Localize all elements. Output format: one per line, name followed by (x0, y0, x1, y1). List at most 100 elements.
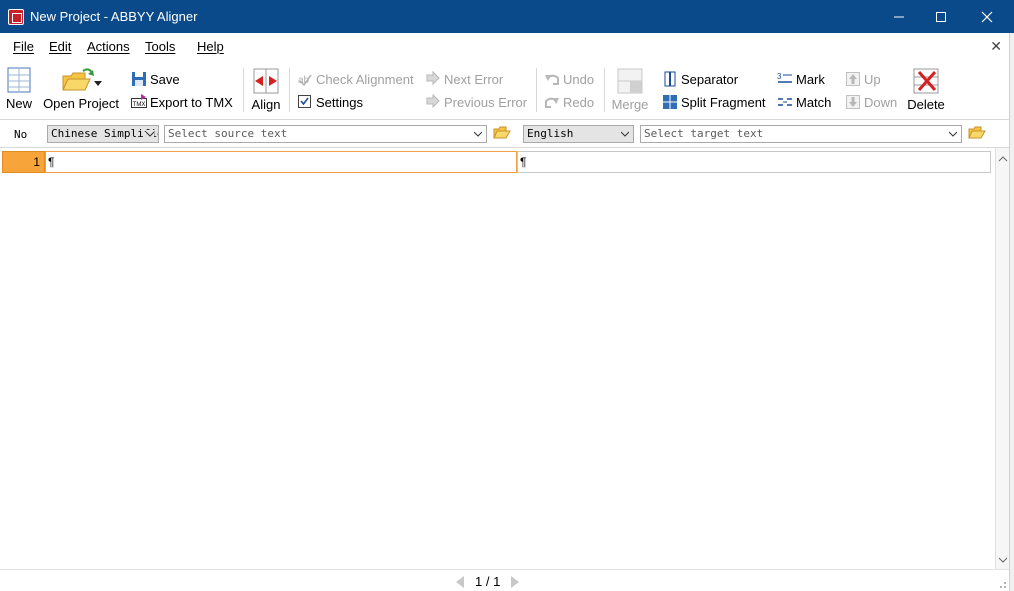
minimize-icon (894, 16, 904, 17)
open-folder-icon (62, 68, 102, 91)
toolbar-separator (536, 68, 537, 112)
maximize-button[interactable] (918, 0, 964, 33)
open-project-label: Open Project (43, 96, 119, 111)
undo-button[interactable]: Undo (544, 71, 594, 87)
language-bar: No Chinese Simplified Select source text… (0, 120, 1014, 148)
previous-page-icon[interactable] (455, 575, 465, 588)
maximize-icon (936, 11, 946, 22)
align-icon (253, 68, 279, 94)
menu-edit[interactable]: Edit (49, 39, 71, 54)
target-language-value: English (527, 127, 574, 140)
separator-button[interactable]: Separator (662, 71, 738, 87)
split-fragment-label: Split Fragment (681, 94, 766, 110)
target-text-placeholder: Select target text (644, 127, 764, 140)
merge-button[interactable]: Merge (610, 68, 650, 112)
export-tmx-button[interactable]: TMX Export to TMX (131, 94, 233, 110)
previous-error-button[interactable]: Previous Error (425, 94, 527, 110)
close-icon (981, 11, 993, 22)
up-button[interactable]: Up (845, 71, 881, 87)
vertical-scrollbar[interactable] (995, 148, 1009, 569)
split-fragment-button[interactable]: Split Fragment (662, 94, 766, 110)
target-language-select[interactable]: English (523, 125, 634, 143)
abbyy-aligner-icon (8, 9, 24, 25)
source-text-placeholder: Select source text (168, 127, 288, 140)
title-bar: New Project - ABBYY Aligner (0, 0, 1014, 33)
scroll-up-icon (998, 156, 1008, 162)
chevron-down-icon (949, 131, 957, 137)
save-icon (132, 72, 146, 86)
check-alignment-label: Check Alignment (316, 71, 414, 87)
new-document-icon (7, 67, 31, 93)
svg-text:TMX: TMX (133, 102, 146, 108)
match-icon (778, 98, 792, 106)
chevron-down-icon (621, 131, 629, 137)
align-label: Align (251, 97, 281, 112)
page-indicator: 1 / 1 (475, 574, 501, 589)
resize-grip-icon[interactable] (997, 579, 1007, 589)
menu-actions[interactable]: Actions (87, 39, 130, 54)
toolbar-separator (604, 68, 605, 112)
close-window-button[interactable] (964, 0, 1010, 33)
redo-label: Redo (563, 94, 595, 110)
open-project-button[interactable]: Open Project (42, 66, 120, 111)
merge-icon (617, 68, 643, 94)
up-label: Up (864, 71, 881, 87)
source-language-value: Chinese Simplified (51, 127, 159, 140)
status-bar: 1 / 1 (0, 569, 1009, 591)
source-text-select[interactable]: Select source text (164, 125, 487, 143)
next-error-button[interactable]: Next Error (425, 71, 503, 87)
row-number[interactable]: 1 (2, 151, 45, 173)
settings-checkbox-icon (298, 95, 311, 108)
chevron-down-icon (146, 130, 154, 138)
down-button[interactable]: Down (845, 94, 897, 110)
new-button[interactable]: New (4, 66, 34, 111)
menu-help[interactable]: Help (197, 39, 224, 54)
down-label: Down (864, 94, 898, 110)
open-target-folder-icon[interactable] (968, 126, 986, 140)
check-alignment-button[interactable]: ab Check Alignment (297, 71, 414, 87)
next-error-label: Next Error (444, 71, 504, 87)
chevron-down-icon (474, 131, 482, 137)
source-language-select[interactable]: Chinese Simplified (47, 125, 159, 143)
open-source-folder-icon[interactable] (493, 126, 511, 140)
merge-label: Merge (611, 97, 649, 112)
window-edge (1009, 33, 1014, 591)
mark-icon: 3 (777, 72, 792, 83)
window-title: New Project - ABBYY Aligner (30, 9, 198, 24)
separator-label: Separator (681, 71, 739, 87)
match-button[interactable]: Match (777, 94, 831, 110)
alignment-grid: 1 ¶ ¶ (0, 148, 995, 569)
redo-icon (545, 97, 559, 108)
save-button[interactable]: Save (131, 71, 180, 87)
delete-label: Delete (907, 97, 945, 112)
check-alignment-icon: ab (298, 74, 312, 87)
menu-bar: File Edit Actions Tools Help ✕ (0, 33, 1014, 60)
menu-file[interactable]: File (13, 39, 34, 54)
menu-tools[interactable]: Tools (145, 39, 175, 54)
scroll-down-icon (998, 557, 1008, 563)
previous-error-label: Previous Error (444, 94, 528, 110)
separator-icon (664, 71, 676, 87)
pager: 1 / 1 (455, 574, 520, 589)
redo-button[interactable]: Redo (544, 94, 594, 110)
minimize-button[interactable] (876, 0, 922, 33)
toolbar-separator (289, 68, 290, 112)
source-cell[interactable]: ¶ (45, 151, 517, 173)
settings-label: Settings (316, 94, 363, 110)
mark-label: Mark (796, 71, 825, 87)
settings-button[interactable]: Settings (297, 94, 363, 110)
next-page-icon[interactable] (510, 575, 520, 588)
delete-button[interactable]: Delete (905, 68, 947, 112)
target-text-select[interactable]: Select target text (640, 125, 962, 143)
row-number-header: No (14, 128, 28, 141)
close-document-icon[interactable]: ✕ (990, 38, 1002, 55)
export-tmx-label: Export to TMX (150, 94, 233, 110)
align-button[interactable]: Align (249, 68, 283, 112)
previous-error-icon (426, 94, 440, 109)
svg-text:3: 3 (777, 72, 782, 81)
mark-button[interactable]: 3 Mark (777, 71, 825, 87)
delete-icon (913, 68, 939, 94)
toolbar: New Open Project Save TMX Export to TMX … (0, 60, 1014, 120)
split-fragment-icon (663, 95, 677, 109)
target-cell[interactable]: ¶ (517, 151, 991, 173)
